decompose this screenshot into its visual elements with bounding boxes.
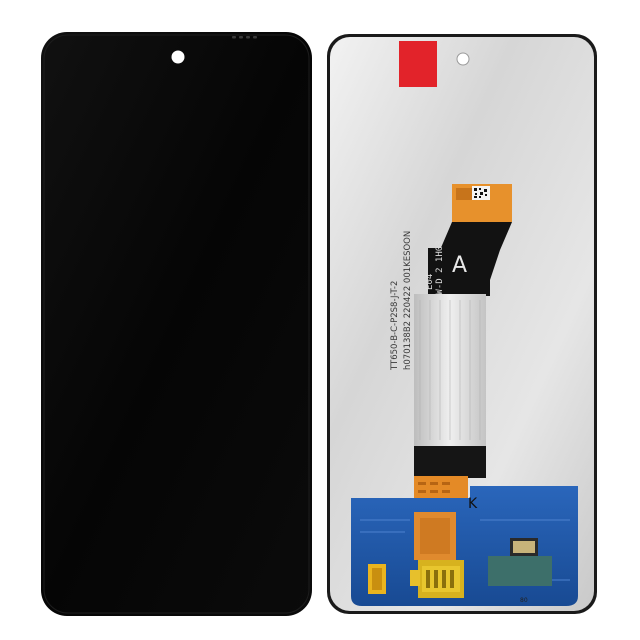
board-mark: K: [468, 496, 478, 512]
flex-code-2: JW-D 2 1H03: [435, 240, 445, 300]
product-photo: TT650-B-C-P2S8-J-T-2 h070138B2 220422 00…: [41, 32, 597, 616]
serial-line-2: h070138B2 220422 001KESOON: [403, 231, 413, 370]
red-protective-sticker: [399, 41, 437, 87]
back-display-panel: TT650-B-C-P2S8-J-T-2 h070138B2 220422 00…: [327, 34, 597, 614]
front-display-panel: [41, 32, 312, 616]
driver-board: K 80: [351, 486, 578, 606]
serial-line-1: TT650-B-C-P2S8-J-T-2: [390, 281, 400, 371]
flex-code-1: E04: [425, 274, 435, 290]
back-camera-hole: [456, 52, 470, 66]
front-camera-hole: [171, 50, 185, 64]
board-tiny-label: 80: [520, 597, 528, 604]
flex-letter: A: [452, 253, 467, 278]
